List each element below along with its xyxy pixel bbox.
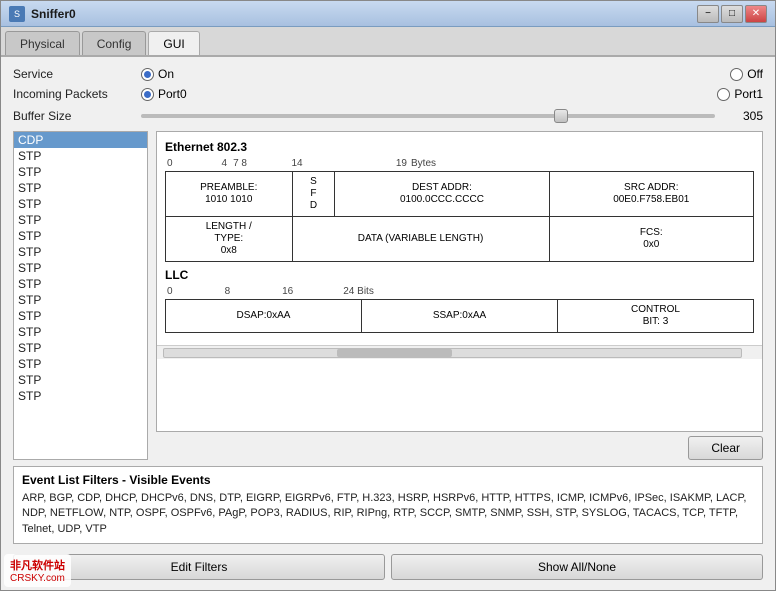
- list-item[interactable]: STP: [14, 324, 147, 340]
- src-addr-cell: SRC ADDR:00E0.F758.EB01: [549, 172, 753, 217]
- event-filter-text: ARP, BGP, CDP, DHCP, DHCPv6, DNS, DTP, E…: [22, 491, 754, 537]
- tab-config[interactable]: Config: [82, 31, 147, 55]
- list-item[interactable]: STP: [14, 260, 147, 276]
- data-cell: DATA (VARIABLE LENGTH): [292, 217, 549, 262]
- title-bar: S Sniffer0 − □ ✕: [1, 1, 775, 27]
- dsap-cell: DSAP:0xAA: [166, 300, 362, 333]
- list-item[interactable]: STP: [14, 244, 147, 260]
- service-on-radio[interactable]: [141, 68, 154, 81]
- buffer-slider[interactable]: [141, 107, 715, 125]
- ethernet-title: Ethernet 802.3: [165, 140, 754, 154]
- diagram-inner: Ethernet 802.3 0 4 7 8 14 19 Bytes: [157, 132, 762, 341]
- h-scrollbar[interactable]: [157, 345, 762, 359]
- port0-radio[interactable]: [141, 88, 154, 101]
- service-off-option[interactable]: Off: [730, 67, 763, 81]
- diagram-area[interactable]: Ethernet 802.3 0 4 7 8 14 19 Bytes: [156, 131, 763, 432]
- incoming-row: Incoming Packets Port0 Port1: [13, 87, 763, 101]
- service-on-label: On: [158, 67, 174, 81]
- length-type-cell: LENGTH /TYPE:0x8: [166, 217, 293, 262]
- right-panel: Ethernet 802.3 0 4 7 8 14 19 Bytes: [156, 131, 763, 460]
- service-label: Service: [13, 67, 133, 81]
- service-off-label: Off: [747, 67, 763, 81]
- port1-label: Port1: [734, 87, 763, 101]
- list-item[interactable]: STP: [14, 340, 147, 356]
- main-area: CDP STP STP STP STP STP STP STP STP STP …: [13, 131, 763, 460]
- buffer-label: Buffer Size: [13, 109, 133, 123]
- maximize-button[interactable]: □: [721, 5, 743, 23]
- list-item[interactable]: STP: [14, 356, 147, 372]
- window-controls: − □ ✕: [697, 5, 767, 23]
- protocol-list[interactable]: CDP STP STP STP STP STP STP STP STP STP …: [13, 131, 148, 460]
- list-item[interactable]: STP: [14, 148, 147, 164]
- tab-physical[interactable]: Physical: [5, 31, 80, 55]
- event-filter-section: Event List Filters - Visible Events ARP,…: [13, 466, 763, 544]
- buffer-row: Buffer Size 305: [13, 107, 763, 125]
- buffer-value: 305: [723, 109, 763, 123]
- llc-frame-table: DSAP:0xAA SSAP:0xAA CONTROLBIT: 3: [165, 299, 754, 333]
- service-radio-group: On Off: [141, 67, 763, 81]
- preamble-cell: PREAMBLE:1010 1010: [166, 172, 293, 217]
- list-item[interactable]: STP: [14, 308, 147, 324]
- incoming-radio-group: Port0 Port1: [141, 87, 763, 101]
- list-item[interactable]: STP: [14, 388, 147, 404]
- list-item[interactable]: STP: [14, 292, 147, 308]
- list-item[interactable]: STP: [14, 212, 147, 228]
- service-off-radio[interactable]: [730, 68, 743, 81]
- fcs-cell: FCS:0x0: [549, 217, 753, 262]
- port0-label: Port0: [158, 87, 187, 101]
- list-item[interactable]: CDP: [14, 132, 147, 148]
- clear-button[interactable]: Clear: [688, 436, 763, 460]
- slider-thumb[interactable]: [554, 109, 568, 123]
- service-on-option[interactable]: On: [141, 67, 174, 81]
- app-icon: S: [9, 6, 25, 22]
- incoming-label: Incoming Packets: [13, 87, 133, 101]
- slider-track: [141, 114, 715, 118]
- service-row: Service On Off: [13, 67, 763, 81]
- port0-option[interactable]: Port0: [141, 87, 187, 101]
- event-filter-title: Event List Filters - Visible Events: [22, 473, 754, 487]
- port1-radio[interactable]: [717, 88, 730, 101]
- sfd-cell: SFD: [292, 172, 335, 217]
- control-cell: CONTROLBIT: 3: [558, 300, 754, 333]
- watermark: 非凡软件站 CRSKY.com: [4, 554, 71, 587]
- clear-button-row: Clear: [156, 436, 763, 460]
- list-item[interactable]: STP: [14, 276, 147, 292]
- list-item[interactable]: STP: [14, 372, 147, 388]
- list-item[interactable]: STP: [14, 180, 147, 196]
- bottom-buttons: Edit Filters Show All/None: [13, 554, 763, 580]
- main-window: S Sniffer0 − □ ✕ Physical Config GUI Ser…: [0, 0, 776, 591]
- content-area: Service On Off Incoming Packets Port0: [1, 57, 775, 590]
- show-all-none-button[interactable]: Show All/None: [391, 554, 763, 580]
- llc-title: LLC: [165, 268, 754, 282]
- tab-bar: Physical Config GUI: [1, 27, 775, 57]
- ethernet-frame-table: PREAMBLE:1010 1010 SFD DEST ADDR:0100.0C…: [165, 171, 754, 262]
- port1-option[interactable]: Port1: [717, 87, 763, 101]
- window-title: Sniffer0: [31, 7, 697, 21]
- dest-addr-cell: DEST ADDR:0100.0CCC.CCCC: [335, 172, 549, 217]
- list-item[interactable]: STP: [14, 228, 147, 244]
- tab-gui[interactable]: GUI: [148, 31, 199, 55]
- list-item[interactable]: STP: [14, 196, 147, 212]
- minimize-button[interactable]: −: [697, 5, 719, 23]
- close-button[interactable]: ✕: [745, 5, 767, 23]
- ssap-cell: SSAP:0xAA: [362, 300, 558, 333]
- list-item[interactable]: STP: [14, 164, 147, 180]
